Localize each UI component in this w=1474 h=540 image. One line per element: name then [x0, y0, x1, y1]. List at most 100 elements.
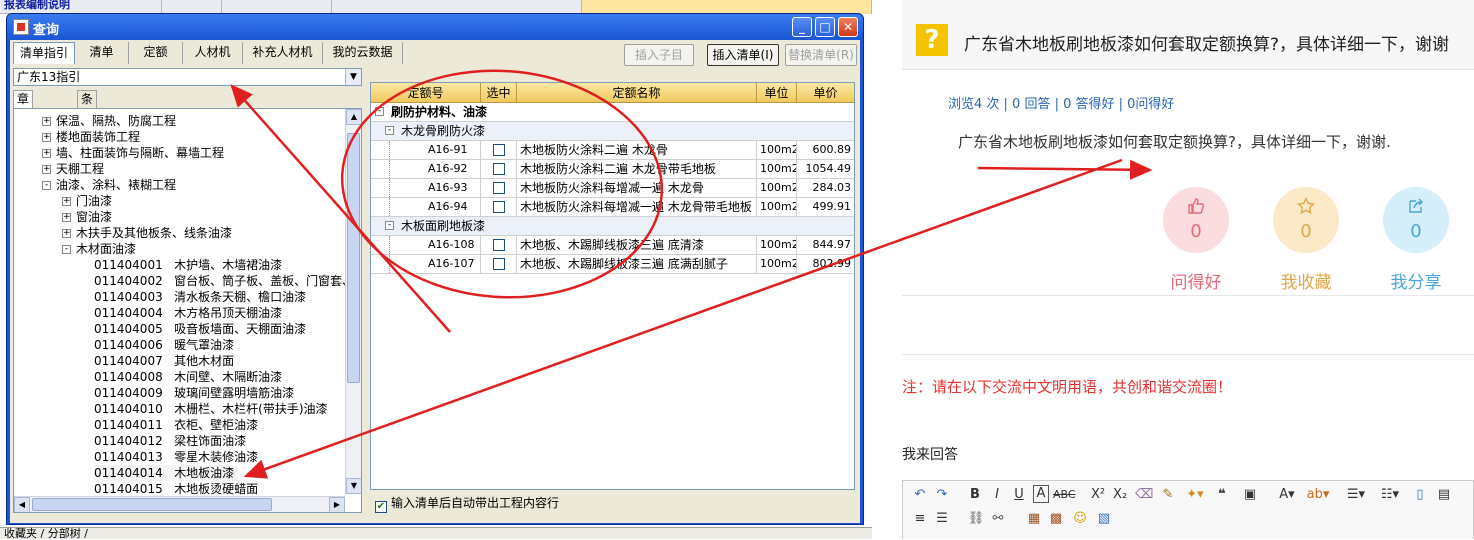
emoji-icon[interactable]: ☺ [1071, 509, 1089, 529]
background-bottom-tabs[interactable]: 收藏夹 / 分部树 / [0, 527, 872, 539]
quote-icon[interactable]: ❝ [1213, 485, 1231, 505]
insert-list-button[interactable]: 插入清单(I) [707, 44, 779, 66]
tree-item[interactable]: 011404012 梁柱饰面油漆 [14, 433, 344, 449]
auto-content-option[interactable]: ✔ 输入清单后自动带出工程内容行 [375, 496, 559, 513]
tree-item[interactable]: + 墙、柱面装饰与隔断、幕墙工程 [14, 145, 344, 161]
row-checkbox[interactable] [493, 144, 505, 156]
subscript-icon[interactable]: X₂ [1111, 485, 1129, 505]
unlink-icon[interactable]: ⚯ [989, 509, 1007, 529]
good-question-button[interactable]: 0 [1163, 187, 1229, 253]
link-icon[interactable]: ⛓ [967, 509, 985, 529]
tab-supplement[interactable]: 补充人材机 [243, 42, 323, 64]
header-code[interactable]: 定额号 [371, 83, 481, 103]
undo-icon[interactable]: ↶ [911, 485, 929, 505]
table-row[interactable]: A16-93 木地板防火涂料每增减一遍 木龙骨 100m2 284.03 [371, 179, 854, 198]
collapse-icon[interactable]: - [62, 245, 71, 254]
tree-item[interactable]: 011404001 木护墙、木墙裙油漆 [14, 257, 344, 273]
hscroll-thumb[interactable] [32, 498, 272, 511]
eraser-icon[interactable]: ⌫ [1135, 485, 1153, 505]
multi-image-icon[interactable]: ▩ [1047, 509, 1065, 529]
expand-icon[interactable]: + [62, 197, 71, 206]
tree-item[interactable]: 011404013 零星木装修油漆 [14, 449, 344, 465]
replace-list-button[interactable]: 替换清单(R) [785, 44, 857, 66]
justify-icon[interactable]: ☰ [933, 509, 951, 529]
ordered-list-icon[interactable]: ☰▾ [1343, 485, 1369, 505]
tree-item[interactable]: + 天棚工程 [14, 161, 344, 177]
header-select[interactable]: 选中 [481, 83, 517, 103]
expand-icon[interactable]: + [42, 117, 51, 126]
dialog-titlebar[interactable]: 查询 _ □ ✕ [7, 14, 863, 40]
tab-cloud-data[interactable]: 我的云数据 [323, 42, 403, 64]
minimize-button[interactable]: _ [792, 17, 812, 37]
expand-icon[interactable]: + [42, 165, 51, 174]
tree-item[interactable]: 011404010 木栅栏、木栏杆(带扶手)油漆 [14, 401, 344, 417]
row-checkbox[interactable] [493, 258, 505, 270]
share-label[interactable]: 我分享 [1376, 268, 1456, 293]
tab-labor-material[interactable]: 人材机 [183, 42, 243, 64]
good-question-label[interactable]: 问得好 [1156, 268, 1236, 293]
favorite-button[interactable]: 0 [1273, 187, 1339, 253]
tree-item[interactable]: + 门油漆 [14, 193, 344, 209]
close-button[interactable]: ✕ [838, 17, 858, 37]
header-price[interactable]: 单价 [797, 83, 854, 103]
document-icon[interactable]: ▤ [1435, 485, 1453, 505]
tree-item[interactable]: 011404006 暖气罩油漆 [14, 337, 344, 353]
tree-item[interactable]: 011404002 窗台板、筒子板、盖板、门窗套、 [14, 273, 354, 289]
font-color-icon[interactable]: A▾ [1275, 485, 1299, 505]
expand-icon[interactable]: + [42, 133, 51, 142]
grid-group-top[interactable]: - 刷防护材料、油漆 [371, 103, 854, 122]
tree-item[interactable]: 011404007 其他木材面 [14, 353, 344, 369]
scroll-thumb[interactable] [347, 133, 360, 383]
header-name[interactable]: 定额名称 [517, 83, 757, 103]
tree-item[interactable]: 011404005 吸音板墙面、天棚面油漆 [14, 321, 344, 337]
scroll-down-icon[interactable]: ▼ [346, 478, 361, 494]
guide-select[interactable]: 广东13指引 ▼ [13, 68, 362, 86]
tree-item[interactable]: + 木扶手及其他板条、线条油漆 [14, 225, 344, 241]
grid-group[interactable]: - 木龙骨刷防火漆 [371, 122, 854, 141]
tree-item[interactable]: 011404014 木地板油漆 [14, 465, 344, 481]
format-brush-icon[interactable]: ✎ [1159, 485, 1177, 505]
vertical-scrollbar[interactable]: ▲ ▼ [345, 109, 361, 494]
scroll-left-icon[interactable]: ◀ [14, 497, 30, 512]
tab-quota[interactable]: 定额 [129, 42, 183, 64]
tree-item[interactable]: + 楼地面装饰工程 [14, 129, 344, 145]
tree-item[interactable]: - 木材面油漆 [14, 241, 344, 257]
table-row[interactable]: A16-94 木地板防火涂料每增减一遍 木龙骨带毛地板 100m2 499.91 [371, 198, 854, 217]
chevron-down-icon[interactable]: ▼ [345, 69, 361, 85]
font-border-icon[interactable]: A [1033, 485, 1049, 503]
chapter-tree[interactable]: + 保温、隔热、防腐工程 + 楼地面装饰工程 + 墙、柱面装饰与隔断、幕墙工程 + 天棚工程 -… [13, 108, 362, 513]
favorite-label[interactable]: 我收藏 [1266, 268, 1346, 293]
grid-group[interactable]: - 木板面刷地板漆 [371, 217, 854, 236]
superscript-icon[interactable]: X² [1089, 485, 1107, 505]
paste-icon[interactable]: ▣ [1241, 485, 1259, 505]
tab-condition-query[interactable]: 条件查询 [77, 90, 98, 154]
collapse-icon[interactable]: - [385, 221, 394, 230]
row-checkbox[interactable] [493, 239, 505, 251]
tree-item[interactable]: + 保温、隔热、防腐工程 [14, 113, 344, 129]
table-row[interactable]: A16-92 木地板防火涂料二遍 木龙骨带毛地板 100m2 1054.49 [371, 160, 854, 179]
expand-icon[interactable]: + [42, 149, 51, 158]
tree-item[interactable]: + 窗油漆 [14, 209, 344, 225]
magic-wand-icon[interactable]: ✦▾ [1183, 485, 1207, 505]
scroll-up-icon[interactable]: ▲ [346, 109, 361, 125]
highlight-icon[interactable]: ab▾ [1305, 485, 1331, 505]
italic-icon[interactable]: I [989, 485, 1005, 505]
tree-item[interactable]: 011404003 清水板条天棚、檐口油漆 [14, 289, 344, 305]
tab-list-guide[interactable]: 清单指引 [13, 42, 75, 64]
underline-icon[interactable]: U [1011, 485, 1027, 505]
maximize-button[interactable]: □ [815, 17, 835, 37]
row-checkbox[interactable] [493, 163, 505, 175]
align-right-icon[interactable]: ≡ [911, 509, 929, 529]
insert-child-button[interactable]: 插入子目 [624, 44, 694, 66]
tab-chapter-query[interactable]: 章节查询 [13, 90, 34, 154]
strikethrough-icon[interactable]: ABC [1053, 485, 1076, 505]
tree-item[interactable]: 011404008 木间壁、木隔断油漆 [14, 369, 344, 385]
tree-item[interactable]: 011404015 木地板烫硬蜡面 [14, 481, 344, 497]
tree-item[interactable]: 011404011 衣柜、壁柜油漆 [14, 417, 344, 433]
tree-item[interactable]: 011404004 木方格吊顶天棚油漆 [14, 305, 344, 321]
row-checkbox[interactable] [493, 201, 505, 213]
collapse-icon[interactable]: - [42, 181, 51, 190]
tree-item[interactable]: - 油漆、涂料、裱糊工程 [14, 177, 344, 193]
tab-list[interactable]: 清单 [75, 42, 129, 64]
table-row[interactable]: A16-107 木地板、木踢脚线板漆三遍 底满刮腻子 100m2 802.99 [371, 255, 854, 274]
